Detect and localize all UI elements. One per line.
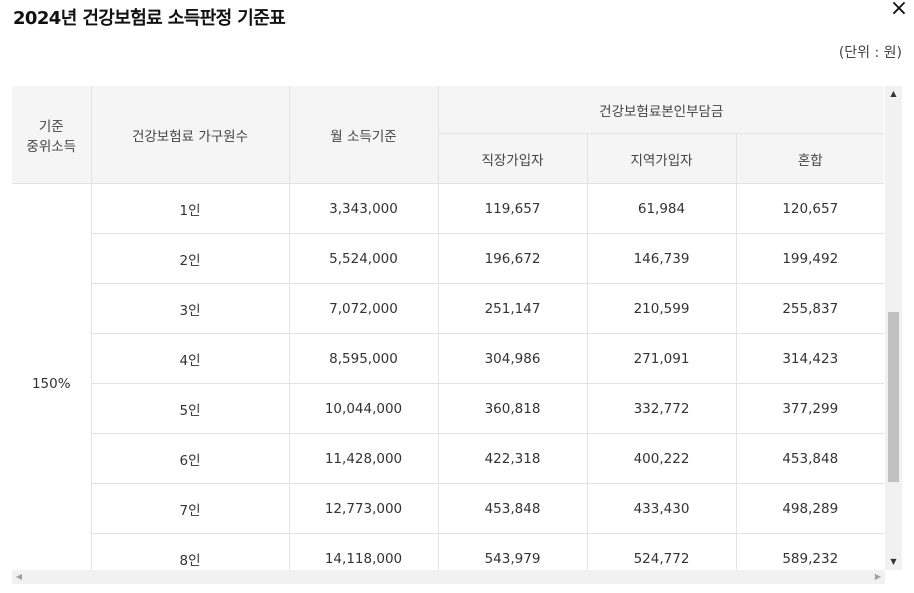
vertical-scroll-thumb[interactable] [888,312,899,482]
header-median-income-line1: 기준 [38,118,64,135]
household-size-cell: 8인 [91,533,290,570]
mixed-premium-cell: 377,299 [736,383,884,434]
household-size-cell: 7인 [91,483,290,534]
household-size-cell: 4인 [91,333,290,384]
header-monthly-income: 월 소득기준 [289,86,439,184]
mixed-premium-cell: 199,492 [736,233,884,284]
regional-premium-cell: 146,739 [587,233,737,284]
monthly-income-cell: 11,428,000 [289,433,439,484]
mixed-premium-cell: 589,232 [782,550,839,567]
scroll-left-arrow-icon[interactable]: ◀ [12,570,26,584]
table-row: 5인 10,044,000 360,818 332,772 377,299 [12,383,884,434]
monthly-income-cell: 7,072,000 [289,283,439,334]
mixed-premium-cell: 498,289 [736,483,884,534]
employee-premium-cell: 304,986 [438,333,588,384]
dialog-title: 2024년 건강보험료 소득판정 기준표 [13,8,286,29]
monthly-income-cell: 12,773,000 [289,483,439,534]
scroll-right-arrow-icon[interactable]: ▶ [871,570,885,584]
header-median-income-line2: 중위소득 [26,138,77,155]
header-premium-group: 건강보험료본인부담금 [438,86,884,134]
table-row: 3인 7,072,000 251,147 210,599 255,837 [12,283,884,334]
table-row: 2인 5,524,000 196,672 146,739 199,492 [12,233,884,284]
monthly-income-cell: 8,595,000 [289,333,439,384]
table-row: 8인 14,118,000 543,979 524,772 589,232 [12,533,884,570]
regional-premium-cell: 400,222 [587,433,737,484]
header-employee: 직장가입자 [438,133,588,184]
employee-premium-cell: 453,848 [438,483,588,534]
monthly-income-cell: 5,524,000 [289,233,439,284]
mixed-premium-cell: 314,423 [736,333,884,384]
household-size-cell: 6인 [91,433,290,484]
table-viewport[interactable]: 기준 중위소득 건강보험료 가구원수 월 소득기준 건강보험료본인부담금 직장가… [12,86,884,570]
table-row: 4인 8,595,000 304,986 271,091 314,423 [12,333,884,384]
scroll-down-arrow-icon[interactable]: ▼ [885,554,902,570]
regional-premium-cell: 524,772 [587,533,737,570]
household-size-cell: 2인 [91,233,290,284]
table-row: 6인 11,428,000 422,318 400,222 453,848 [12,433,884,484]
monthly-income-cell: 14,118,000 [289,533,439,570]
scroll-up-arrow-icon[interactable]: ▲ [885,86,902,102]
employee-premium-cell: 119,657 [438,183,588,234]
median-percent-cell: 150% [12,183,92,570]
header-household-size: 건강보험료 가구원수 [91,86,290,184]
header-median-income: 기준 중위소득 [12,86,92,184]
employee-premium-cell: 360,818 [438,383,588,434]
table-row: 150% 1인 3,343,000 119,657 61,984 120,657 [12,183,884,570]
header-mixed: 혼합 [736,133,884,184]
household-size-cell: 3인 [91,283,290,334]
monthly-income-cell: 3,343,000 [289,183,439,234]
close-icon[interactable]: × [888,0,910,20]
regional-premium-cell: 332,772 [587,383,737,434]
employee-premium-cell: 251,147 [438,283,588,334]
regional-premium-cell: 271,091 [587,333,737,384]
horizontal-scrollbar[interactable]: ◀ ▶ [12,570,885,584]
mixed-premium-cell: 453,848 [736,433,884,484]
vertical-scrollbar[interactable]: ▲ ▼ [885,86,902,570]
regional-premium-cell: 61,984 [587,183,737,234]
regional-premium-cell: 210,599 [587,283,737,334]
employee-premium-cell: 196,672 [438,233,588,284]
mixed-premium-cell: 120,657 [736,183,884,234]
employee-premium-cell: 422,318 [438,433,588,484]
regional-premium-cell: 433,430 [587,483,737,534]
income-criteria-table: 기준 중위소득 건강보험료 가구원수 월 소득기준 건강보험료본인부담금 직장가… [12,86,884,570]
monthly-income-cell: 10,044,000 [289,383,439,434]
mixed-premium-cell: 255,837 [736,283,884,334]
unit-label: (단위 : 원) [838,45,902,61]
table-row: 7인 12,773,000 453,848 433,430 498,289 [12,483,884,534]
header-regional: 지역가입자 [587,133,737,184]
employee-premium-cell: 543,979 [438,533,588,570]
household-size-cell: 5인 [91,383,290,434]
household-size-cell: 1인 [91,183,290,234]
